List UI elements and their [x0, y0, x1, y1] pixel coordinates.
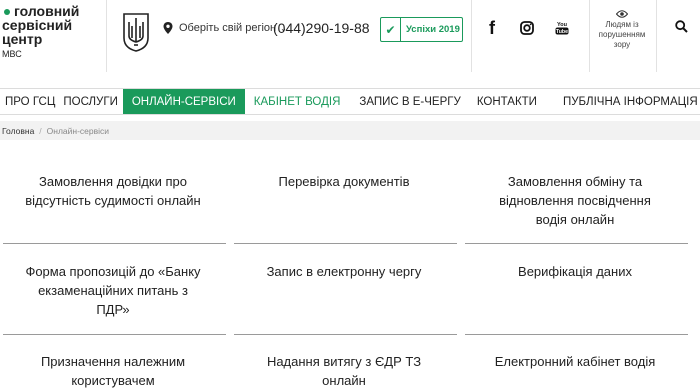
site-header: головний сервісний центр МВС Оберіть сві… — [0, 0, 700, 88]
divider — [3, 334, 226, 335]
header-divider — [656, 0, 657, 72]
service-vehicle-registry-extract[interactable]: Надання витягу з ЄДР ТЗ онлайн — [231, 352, 457, 389]
breadcrumb: Головна / Онлайн-сервіси — [0, 121, 700, 140]
breadcrumb-separator: / — [39, 125, 42, 136]
instagram-icon[interactable] — [517, 18, 537, 38]
service-line: Запис в електронну чергу — [266, 264, 422, 279]
service-line: онлайн — [322, 373, 366, 388]
nav-item-public-info[interactable]: ПУБЛІЧНА ІНФОРМАЦІЯ — [545, 89, 700, 114]
region-selector[interactable]: Оберіть свій регіон ⌄ — [163, 22, 287, 34]
service-line: Перевірка документів — [278, 174, 410, 189]
facebook-icon[interactable]: f — [482, 18, 502, 38]
divider — [465, 334, 688, 335]
success-label: Успіхи 2019 — [406, 24, 460, 35]
header-divider — [106, 0, 107, 72]
nav-item-contacts[interactable]: КОНТАКТИ — [469, 89, 545, 114]
logo[interactable]: головний сервісний центр МВС — [2, 4, 102, 60]
service-line: відновлення посвідчення — [499, 193, 651, 208]
nav-item-driver-cabinet[interactable]: КАБІНЕТ ВОДІЯ — [245, 89, 350, 114]
logo-line-2: сервісний — [2, 17, 73, 33]
divider — [465, 243, 688, 244]
logo-line-1: головний — [14, 3, 80, 19]
service-line: Електронний кабінет водія — [494, 354, 656, 369]
nav-item-e-queue[interactable]: ЗАПИС В Е-ЧЕРГУ — [349, 89, 468, 114]
service-exam-questions-form[interactable]: Форма пропозицій до «Банку екзаменаційни… — [0, 262, 226, 319]
service-line: Надання витягу з ЄДР ТЗ — [266, 354, 422, 369]
coat-of-arms-icon — [123, 13, 149, 52]
service-line: ПДР» — [96, 302, 130, 317]
divider — [234, 243, 457, 244]
service-line: водія онлайн — [535, 212, 615, 227]
services-grid: Замовлення довідки про відсутність судим… — [0, 140, 700, 389]
service-proper-user[interactable]: Призначення належним користувачем — [0, 352, 226, 389]
svg-text:Tube: Tube — [556, 29, 568, 35]
service-criminal-record[interactable]: Замовлення довідки про відсутність судим… — [0, 172, 226, 210]
region-label: Оберіть свій регіон — [179, 22, 277, 34]
header-divider — [471, 0, 472, 72]
svg-text:You: You — [557, 22, 567, 28]
divider — [234, 334, 457, 335]
service-line: Замовлення довідки про — [39, 174, 187, 189]
service-license-exchange[interactable]: Замовлення обміну та відновлення посвідч… — [462, 172, 688, 229]
logo-dot-icon — [4, 9, 10, 15]
check-icon: ✔ — [381, 18, 401, 41]
accessibility-button[interactable]: Людям із порушенням зору — [596, 10, 648, 50]
divider — [3, 243, 226, 244]
service-line: користувачем — [71, 373, 155, 388]
service-line: Верифікація даних — [518, 264, 632, 279]
youtube-icon[interactable]: You Tube — [552, 18, 572, 38]
service-line: Замовлення обміну та — [507, 174, 643, 189]
service-line: Форма пропозицій до «Банку — [25, 264, 201, 279]
service-document-check[interactable]: Перевірка документів — [231, 172, 457, 191]
nav-item-about[interactable]: ПРО ГСЦ — [0, 89, 59, 114]
accessibility-label: Людям із порушенням зору — [598, 20, 646, 49]
breadcrumb-home-link[interactable]: Головна — [2, 126, 34, 136]
service-line: Призначення належним — [40, 354, 186, 369]
location-pin-icon — [163, 22, 173, 34]
service-line: відсутність судимості онлайн — [25, 193, 201, 208]
service-data-verification[interactable]: Верифікація даних — [462, 262, 688, 281]
eye-icon — [616, 10, 628, 18]
logo-line-3: центр — [2, 31, 43, 47]
search-icon[interactable] — [675, 20, 688, 33]
main-nav: ПРО ГСЦ ПОСЛУГИ ОНЛАЙН-СЕРВІСИ КАБІНЕТ В… — [0, 88, 700, 115]
service-line: екзаменаційних питань з — [38, 283, 188, 298]
nav-item-services[interactable]: ПОСЛУГИ — [59, 89, 122, 114]
nav-item-online-services[interactable]: ОНЛАЙН-СЕРВІСИ — [122, 89, 245, 114]
service-driver-e-cabinet[interactable]: Електронний кабінет водія — [462, 352, 688, 371]
header-divider — [589, 0, 590, 72]
logo-subtitle: МВС — [2, 49, 22, 59]
phone-number[interactable]: (044)290-19-88 — [273, 20, 370, 36]
success-2019-button[interactable]: ✔ Успіхи 2019 — [380, 17, 463, 42]
breadcrumb-current: Онлайн-сервіси — [46, 125, 110, 136]
service-e-queue[interactable]: Запис в електронну чергу — [231, 262, 457, 281]
